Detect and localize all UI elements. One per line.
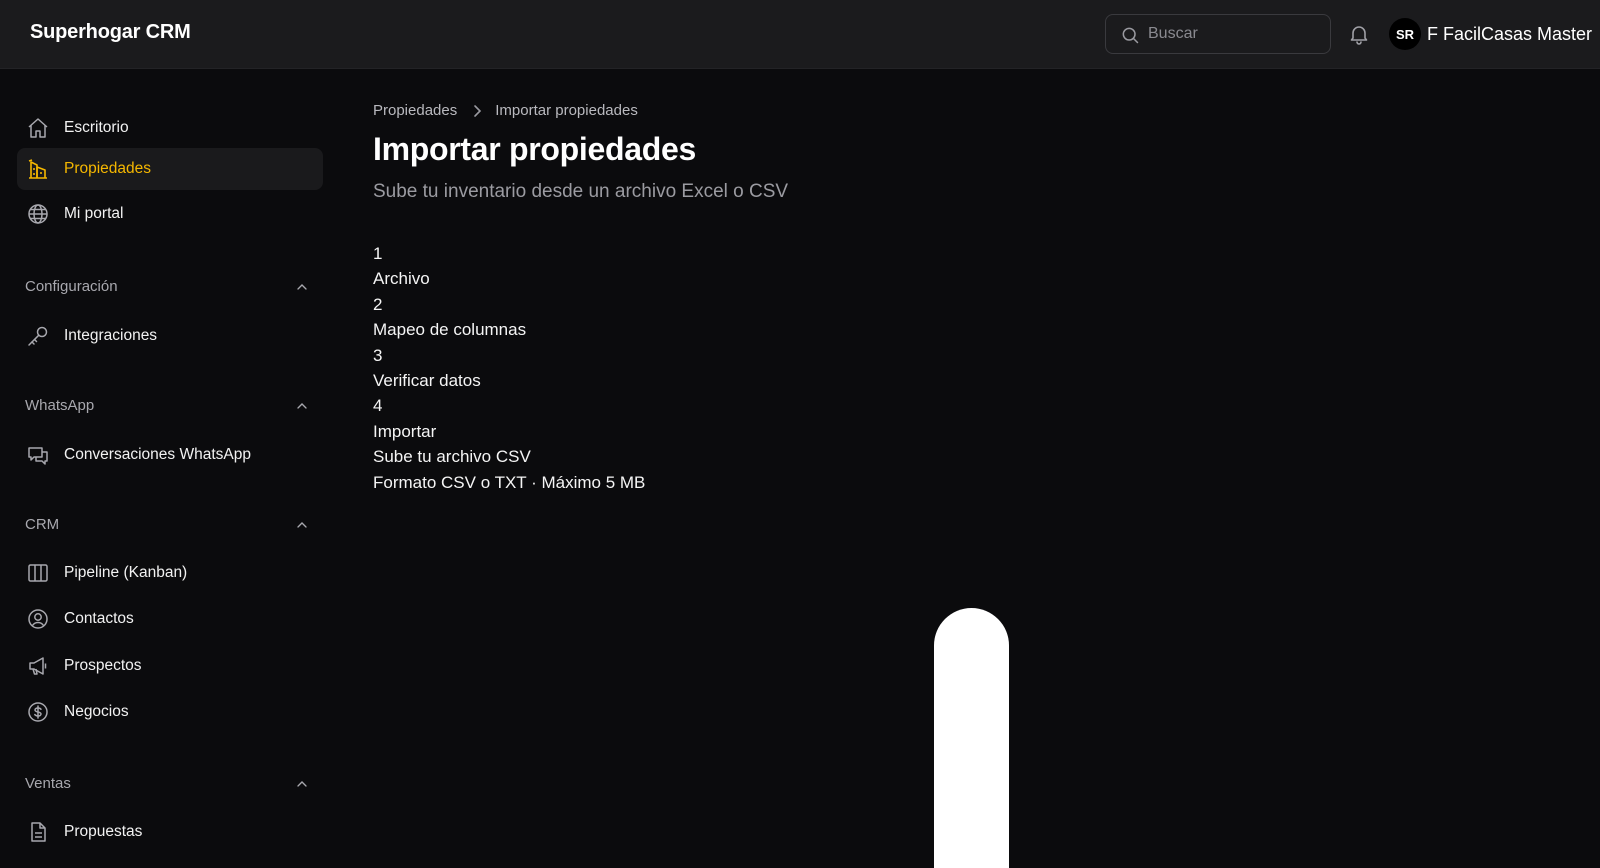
sidebar-item-label: Conversaciones WhatsApp	[64, 446, 251, 463]
sidebar-item-label: Negocios	[64, 703, 129, 720]
step-label[interactable]: Archivo	[373, 266, 645, 291]
sidebar-item-mi-portal[interactable]: Mi portal	[17, 193, 323, 235]
page-title: Importar propiedades	[373, 131, 696, 167]
kanban-icon	[28, 564, 48, 582]
upload-drop-shape[interactable]	[934, 608, 1009, 868]
breadcrumb-item-current: Importar propiedades	[495, 102, 638, 119]
dollar-icon	[28, 702, 48, 722]
step-number: 4	[373, 396, 383, 416]
sidebar-item-label: Contactos	[64, 610, 134, 627]
step-label[interactable]: Verificar datos	[373, 368, 645, 393]
globe-icon	[28, 204, 48, 224]
sidebar-item-label: Integraciones	[64, 327, 158, 344]
chevron-up-icon[interactable]	[294, 279, 310, 295]
sidebar-item-prospectos[interactable]: Prospectos	[17, 645, 323, 687]
section-configuracion[interactable]: Configuración	[25, 275, 310, 299]
avatar[interactable]: SR	[1389, 18, 1421, 50]
chevron-up-icon[interactable]	[294, 776, 310, 792]
home-icon	[28, 118, 48, 138]
chevron-up-icon[interactable]	[294, 517, 310, 533]
megaphone-icon	[29, 657, 47, 675]
sidebar-item-label: Propuestas	[64, 823, 143, 840]
upload-title: Sube tu archivo CSV	[373, 447, 531, 467]
step-number: 3	[373, 345, 383, 365]
section-crm[interactable]: CRM	[25, 513, 310, 537]
search-icon	[1122, 27, 1139, 44]
sidebar-item-negocios[interactable]: Negocios	[17, 691, 323, 733]
import-steps: 1 Archivo 2 Mapeo de columnas 3 Verifica…	[373, 241, 645, 495]
user-circle-icon	[28, 609, 48, 629]
search-input[interactable]	[1148, 15, 1323, 53]
search-box[interactable]	[1105, 14, 1331, 54]
step-number: 2	[373, 294, 383, 314]
sidebar-item-label: Prospectos	[64, 657, 142, 674]
bell-icon[interactable]	[1347, 22, 1371, 46]
sidebar-item-label: Escritorio	[64, 119, 129, 136]
sidebar-item-integraciones[interactable]: Integraciones	[17, 315, 323, 357]
sidebar-item-conversaciones-whatsapp[interactable]: Conversaciones WhatsApp	[17, 434, 323, 476]
sidebar: Escritorio Propiedades Mi portal Configu…	[0, 69, 340, 847]
step-label[interactable]: Mapeo de columnas	[373, 317, 645, 342]
step-label[interactable]: Importar	[373, 419, 645, 444]
sidebar-item-contactos[interactable]: Contactos	[17, 598, 323, 640]
breadcrumb-item[interactable]: Propiedades	[373, 102, 457, 119]
key-icon	[28, 326, 48, 346]
app-brand[interactable]: Superhogar CRM	[30, 21, 191, 44]
section-title: Configuración	[25, 278, 118, 295]
sidebar-item-escritorio[interactable]: Escritorio	[17, 107, 323, 149]
chevron-right-icon	[474, 104, 482, 117]
step-number: 1	[373, 244, 383, 263]
section-ventas[interactable]: Ventas	[25, 772, 310, 796]
sidebar-item-label: Pipeline (Kanban)	[64, 564, 188, 581]
chevron-up-icon[interactable]	[294, 398, 310, 414]
sidebar-item-label: Mi portal	[64, 205, 124, 222]
user-name: F FacilCasas Master	[1427, 23, 1593, 44]
page-subtitle: Sube tu inventario desde un archivo Exce…	[373, 181, 789, 202]
building-icon	[28, 159, 47, 179]
section-title: WhatsApp	[25, 397, 95, 414]
sidebar-item-pipeline[interactable]: Pipeline (Kanban)	[17, 552, 323, 594]
top-bar: Superhogar CRM SR F FacilCasas Master	[0, 0, 1600, 69]
section-title: Ventas	[25, 775, 71, 792]
breadcrumb: Propiedades Importar propiedades	[373, 102, 638, 119]
upload-hint: Formato CSV o TXT · Máximo 5 MB	[373, 472, 646, 492]
section-whatsapp[interactable]: WhatsApp	[25, 394, 310, 418]
document-icon	[31, 822, 46, 842]
section-title: CRM	[25, 516, 60, 533]
sidebar-item-label: Propiedades	[64, 160, 152, 177]
user-menu[interactable]: SR F FacilCasas Master	[1389, 18, 1592, 50]
sidebar-item-propiedades[interactable]: Propiedades	[17, 148, 323, 190]
chat-icon	[28, 447, 48, 465]
